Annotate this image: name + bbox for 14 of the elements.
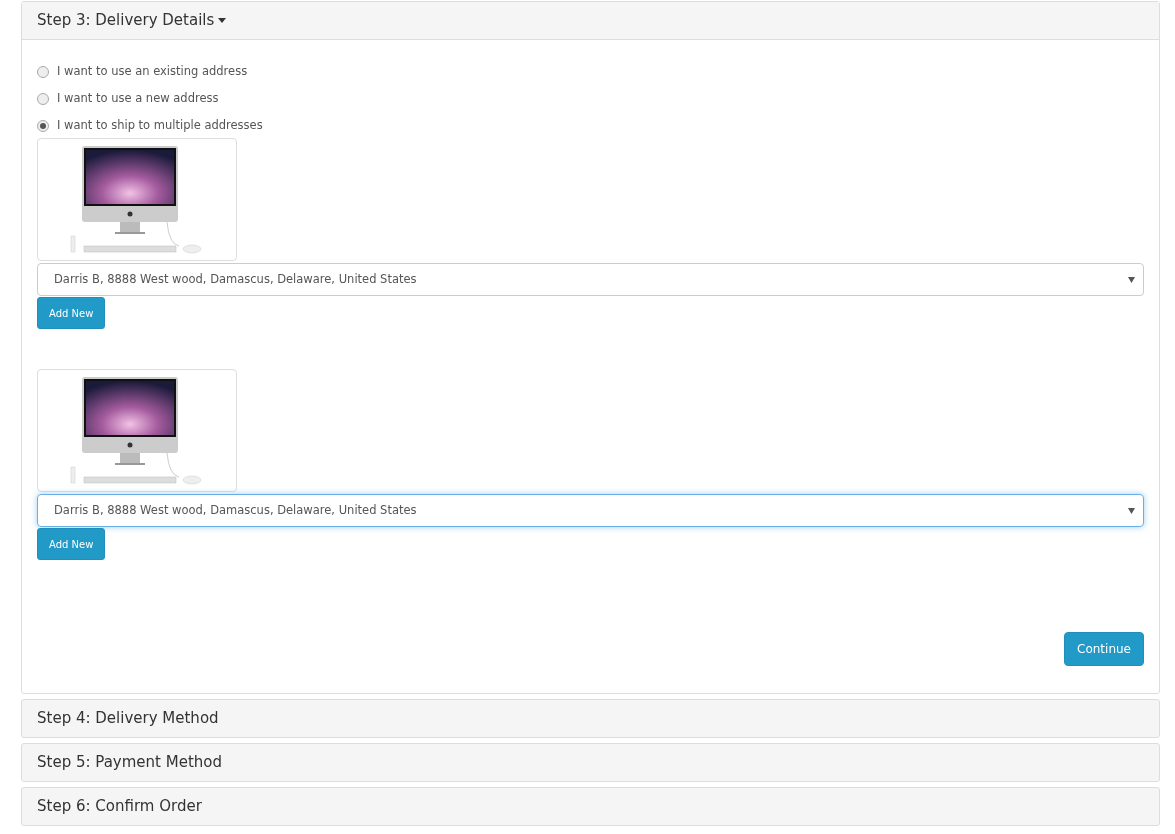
panel-header[interactable]: Step 6: Confirm Order xyxy=(21,787,1160,826)
radio-button[interactable] xyxy=(37,65,49,78)
dropdown-arrow-icon xyxy=(1128,276,1135,283)
radio-label: I want to use a new address xyxy=(57,89,219,107)
radio-button[interactable] xyxy=(37,92,49,105)
radio-label: I want to use an existing address xyxy=(57,62,248,80)
panel-header[interactable]: Step 5: Payment Method xyxy=(21,743,1160,782)
step-title[interactable]: Step 3: Delivery Details xyxy=(37,9,227,32)
radio-label: I want to ship to multiple addresses xyxy=(57,116,263,134)
address-select[interactable]: Darris B, 8888 West wood, Damascus, Delaware, United States xyxy=(37,494,1144,527)
address-select[interactable]: Darris B, 8888 West wood, Damascus, Delaware, United States xyxy=(37,263,1144,296)
radio-button[interactable] xyxy=(37,119,49,132)
panel-header[interactable]: Step 4: Delivery Method xyxy=(21,699,1160,738)
dropdown-arrow-icon xyxy=(1128,507,1135,514)
